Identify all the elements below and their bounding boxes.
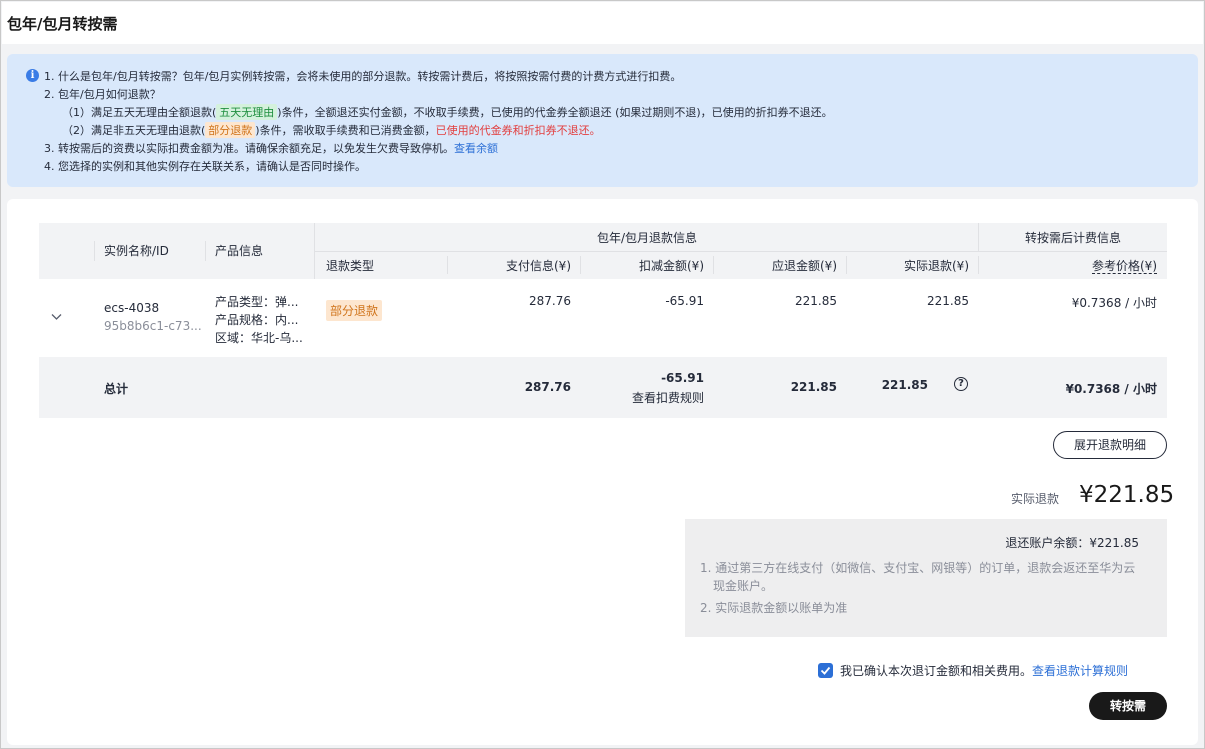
refund-table: 实例名称/ID 产品信息 包年/包月退款信息 转按需后计费信息 退款类型 支付信… bbox=[39, 223, 1167, 418]
header-group-after: 转按需后计费信息 bbox=[1025, 231, 1122, 245]
status-badge: 部分退款 bbox=[326, 300, 383, 321]
confirm-checkbox[interactable] bbox=[818, 663, 833, 678]
header-product: 产品信息 bbox=[215, 244, 264, 258]
help-icon[interactable]: ? bbox=[954, 377, 968, 391]
chevron-down-icon[interactable] bbox=[51, 311, 62, 322]
header-ref-price: 参考价格(¥) bbox=[1092, 257, 1157, 274]
view-balance-link[interactable]: 查看余额 bbox=[454, 142, 498, 155]
instance-name: ecs-4038 bbox=[104, 301, 160, 315]
refund-label: 实际退款 bbox=[1011, 492, 1060, 506]
notice-line-5: 3. 转按需后的资费以实际扣费金额为准。请确保余额充足，以免发生欠费导致停机。查… bbox=[44, 140, 498, 156]
refund-type-cell: 部分退款 bbox=[326, 300, 383, 321]
app-frame: 包年/包月转按需 i 1. 什么是包年/包月转按需？包年/包月实例转按需，会将未… bbox=[0, 0, 1205, 749]
divider bbox=[447, 256, 448, 274]
divider bbox=[580, 256, 581, 274]
notice-line-4-warning: 已使用的代金券和折扣券不退还。 bbox=[435, 124, 601, 137]
total-ref-price: ¥0.7368 / 小时 bbox=[1065, 382, 1157, 396]
confirm-row: 我已确认本次退订金额和相关费用。查看退款计算规则 bbox=[818, 662, 1128, 679]
divider bbox=[978, 256, 979, 274]
total-actual: 221.85 bbox=[881, 378, 928, 392]
page-title: 包年/包月转按需 bbox=[7, 15, 118, 33]
header-due: 应退金额(¥) bbox=[772, 259, 837, 273]
refund-amount: ¥221.85 bbox=[1079, 482, 1175, 508]
title-bar: 包年/包月转按需 bbox=[2, 2, 1203, 44]
note-1-line-1: 1. 通过第三方在线支付（如微信、支付宝、网银等）的订单，退款会返还至华为云 bbox=[700, 561, 1136, 575]
notice-line-4-mid: )条件，需收取手续费和已消费金额， bbox=[255, 124, 436, 137]
refund-rules-link[interactable]: 查看退款计算规则 bbox=[1032, 664, 1128, 678]
divider bbox=[846, 256, 847, 274]
header-ref-price-label: 参考价格(¥) bbox=[1092, 259, 1157, 274]
header-actual: 实际退款(¥) bbox=[904, 259, 969, 273]
info-notice: i 1. 什么是包年/包月转按需？包年/包月实例转按需，会将未使用的部分退款。转… bbox=[7, 54, 1198, 187]
table-header: 实例名称/ID 产品信息 包年/包月退款信息 转按需后计费信息 退款类型 支付信… bbox=[39, 223, 1167, 279]
table-row: ecs-4038 95b8b6c1-c73... 产品类型：弹... 产品规格：… bbox=[39, 279, 1167, 357]
tag-partial-refund: 部分退款 bbox=[205, 122, 256, 138]
confirm-text: 我已确认本次退订金额和相关费用。 bbox=[840, 664, 1033, 678]
notice-line-4-prefix: （2）满足非五天无理由退款( bbox=[62, 124, 206, 137]
total-due: 221.85 bbox=[790, 380, 837, 394]
notice-line-3-prefix: （1）满足五天无理由全额退款( bbox=[62, 106, 217, 119]
instance-id: 95b8b6c1-c73... bbox=[104, 319, 202, 333]
table-total-row: 总计 287.76 -65.91 查看扣费规则 221.85 221.85 ? … bbox=[39, 357, 1167, 418]
note-1-line-2: 现金账户。 bbox=[713, 579, 774, 593]
header-group-refund: 包年/包月退款信息 bbox=[597, 231, 698, 245]
ref-price-cell: ¥0.7368 / 小时 bbox=[1071, 296, 1157, 310]
divider bbox=[205, 241, 206, 261]
expand-details-button[interactable]: 展开退款明细 bbox=[1053, 431, 1167, 459]
header-refund-type: 退款类型 bbox=[326, 259, 375, 273]
deduct-cell: -65.91 bbox=[665, 294, 704, 308]
divider bbox=[978, 223, 979, 251]
divider bbox=[94, 241, 95, 261]
header-paid: 支付信息(¥) bbox=[506, 259, 571, 273]
divider bbox=[314, 251, 1167, 252]
note-2: 2. 实际退款金额以账单为准 bbox=[700, 601, 848, 615]
notice-line-2: 2. 包年/包月如何退款？ bbox=[44, 88, 161, 101]
notice-line-3: （1）满足五天无理由全额退款(五天无理由)条件，全额退还实付金额，不收取手续费，… bbox=[62, 104, 833, 120]
product-region: 区域：华北-乌... bbox=[215, 331, 303, 345]
notice-line-1: 1. 什么是包年/包月转按需？包年/包月实例转按需，会将未使用的部分退款。转按需… bbox=[44, 70, 682, 83]
info-icon: i bbox=[26, 69, 39, 82]
header-instance: 实例名称/ID bbox=[104, 244, 169, 258]
checkmark-icon bbox=[820, 666, 831, 675]
notice-line-5-text: 3. 转按需后的资费以实际扣费金额为准。请确保余额充足，以免发生欠费导致停机。 bbox=[44, 142, 454, 155]
actual-cell: 221.85 bbox=[927, 294, 969, 308]
notice-line-3-suffix: )条件，全额退还实付金额，不收取手续费，已使用的代金券全额退还 (如果过期则不退… bbox=[277, 106, 833, 119]
divider bbox=[713, 256, 714, 274]
deduct-rules-link[interactable]: 查看扣费规则 bbox=[632, 389, 704, 406]
total-label: 总计 bbox=[104, 382, 129, 396]
total-deduct: -65.91 bbox=[661, 371, 704, 385]
balance-info-box: 退还账户余额：¥221.85 1. 通过第三方在线支付（如微信、支付宝、网银等）… bbox=[685, 519, 1167, 637]
header-deduct: 扣减金额(¥) bbox=[639, 259, 704, 273]
main-card: 实例名称/ID 产品信息 包年/包月退款信息 转按需后计费信息 退款类型 支付信… bbox=[7, 199, 1198, 745]
due-cell: 221.85 bbox=[795, 294, 837, 308]
tag-five-day: 五天无理由 bbox=[216, 104, 278, 120]
product-type: 产品类型：弹... bbox=[215, 295, 299, 309]
total-paid: 287.76 bbox=[524, 380, 571, 394]
notice-line-6: 4. 您选择的实例和其他实例存在关联关系，请确认是否同时操作。 bbox=[44, 160, 366, 173]
product-spec: 产品规格：内... bbox=[215, 313, 299, 327]
balance-title: 退还账户余额：¥221.85 bbox=[1005, 536, 1139, 550]
notice-line-4: （2）满足非五天无理由退款(部分退款)条件，需收取手续费和已消费金额，已使用的代… bbox=[62, 122, 601, 138]
submit-button[interactable]: 转按需 bbox=[1089, 692, 1167, 720]
paid-cell: 287.76 bbox=[529, 294, 571, 308]
